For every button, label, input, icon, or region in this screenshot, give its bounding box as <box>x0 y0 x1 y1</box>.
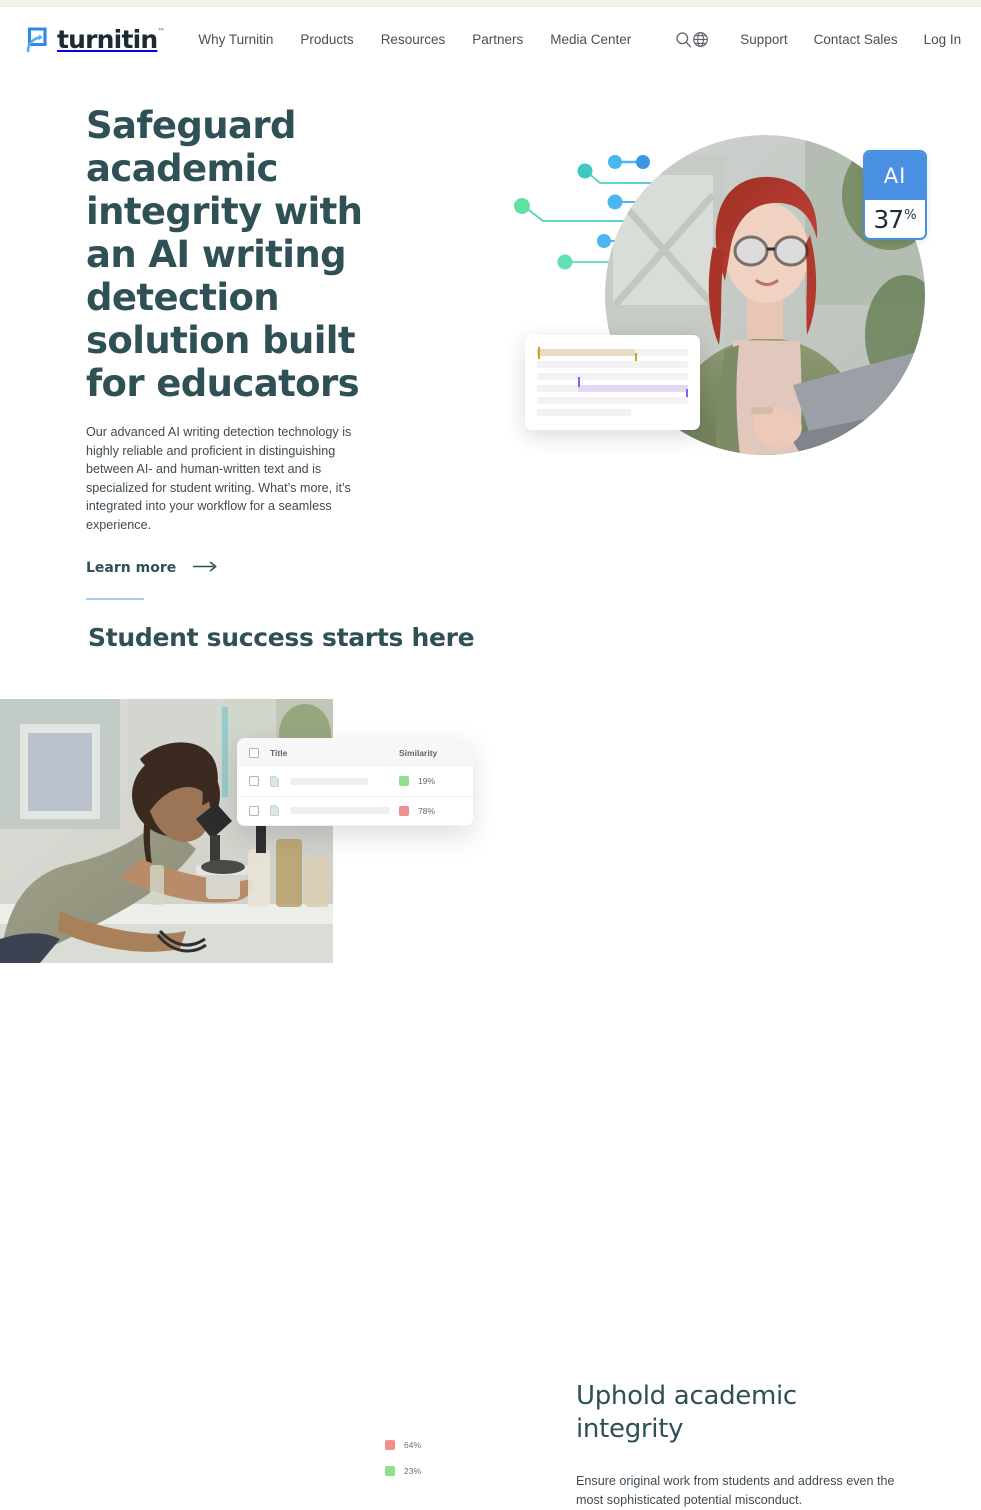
select-all-checkbox[interactable] <box>249 747 259 758</box>
doc-line-highlighted-tan <box>537 347 688 363</box>
row-title-placeholder <box>290 807 390 815</box>
search-icon[interactable] <box>675 31 692 48</box>
subsection-body: Ensure original work from students and a… <box>576 1474 895 1507</box>
column-header-similarity: Similarity <box>399 747 438 758</box>
status-badge <box>399 776 409 787</box>
similarity-extra-row: 64% <box>385 1440 447 1450</box>
status-badge <box>385 1440 395 1450</box>
tan-caret-start-icon <box>538 347 540 359</box>
ai-score-badge: AI 37 % <box>863 150 927 240</box>
arrow-right-icon <box>193 560 218 576</box>
similarity-table-card: Title Similarity 19% 78% <box>237 738 473 826</box>
table-header-row: Title Similarity <box>237 738 473 767</box>
column-header-title: Title <box>270 747 288 758</box>
status-badge <box>385 1466 395 1476</box>
page-title: Safeguard academic integrity with an AI … <box>86 104 363 405</box>
similarity-value: 78% <box>418 805 436 816</box>
section-divider <box>86 598 144 600</box>
globe-icon[interactable] <box>692 31 709 48</box>
section-title: Student success starts here <box>88 623 475 652</box>
hero-section: Safeguard academic integrity with an AI … <box>0 90 981 590</box>
hero-copy: Safeguard academic integrity with an AI … <box>86 104 416 577</box>
subsection-heading: Uphold academic integrity <box>576 1381 797 1444</box>
ai-badge-label: AI <box>865 152 925 200</box>
nav-item-products[interactable]: Products <box>300 32 353 47</box>
table-row[interactable]: 19% <box>237 767 473 797</box>
similarity-value: 23% <box>404 1466 422 1476</box>
nav-item-resources[interactable]: Resources <box>381 32 446 47</box>
similarity-value: 19% <box>418 776 436 787</box>
logo-trademark: ™ <box>157 26 165 36</box>
learn-more-button[interactable]: Learn more <box>86 560 218 576</box>
similarity-value: 64% <box>404 1440 422 1450</box>
document-icon <box>270 805 279 817</box>
primary-navigation: Why Turnitin Products Resources Partners… <box>198 31 692 48</box>
turnitin-logo[interactable]: turnitin ™ <box>22 24 165 54</box>
doc-line-highlighted-purple <box>537 377 689 401</box>
similarity-cell: 19% <box>399 776 461 787</box>
uphold-integrity-copy: Uphold academic integrity Ensure origina… <box>576 1380 906 1510</box>
doc-line <box>537 373 688 380</box>
document-preview-card <box>525 335 700 430</box>
status-badge <box>399 805 409 816</box>
secondary-navigation: Support Contact Sales Log In <box>692 31 961 48</box>
nav-item-contact-sales[interactable]: Contact Sales <box>814 32 898 47</box>
ai-badge-unit: % <box>904 208 917 223</box>
nav-item-media-center[interactable]: Media Center <box>550 32 631 47</box>
doc-line <box>537 361 688 368</box>
purple-caret-start-icon <box>577 377 580 387</box>
row-checkbox[interactable] <box>249 776 259 787</box>
nav-item-partners[interactable]: Partners <box>472 32 523 47</box>
learn-more-label: Learn more <box>86 559 177 576</box>
row-title-placeholder <box>290 777 368 785</box>
logo-wordmark: turnitin ™ <box>57 24 165 54</box>
doc-line <box>537 409 631 416</box>
similarity-extra-row: 23% <box>385 1466 447 1476</box>
site-header: turnitin ™ Why Turnitin Products Resource… <box>0 7 981 71</box>
hero-artwork: AI 37 % <box>505 130 965 480</box>
turnitin-arrow-logo-icon <box>22 25 50 53</box>
ai-badge-value-row: 37 % <box>865 200 925 238</box>
similarity-cell: 78% <box>399 805 461 816</box>
document-icon <box>270 775 279 787</box>
doc-line <box>537 397 688 404</box>
table-row[interactable]: 78% <box>237 797 473 826</box>
nav-item-log-in[interactable]: Log In <box>924 32 962 47</box>
ai-badge-value: 37 <box>873 204 904 234</box>
nav-item-why-turnitin[interactable]: Why Turnitin <box>198 32 273 47</box>
nav-item-support[interactable]: Support <box>740 32 787 47</box>
row-checkbox[interactable] <box>249 805 259 816</box>
hero-description: Our advanced AI writing detection techno… <box>86 425 352 532</box>
